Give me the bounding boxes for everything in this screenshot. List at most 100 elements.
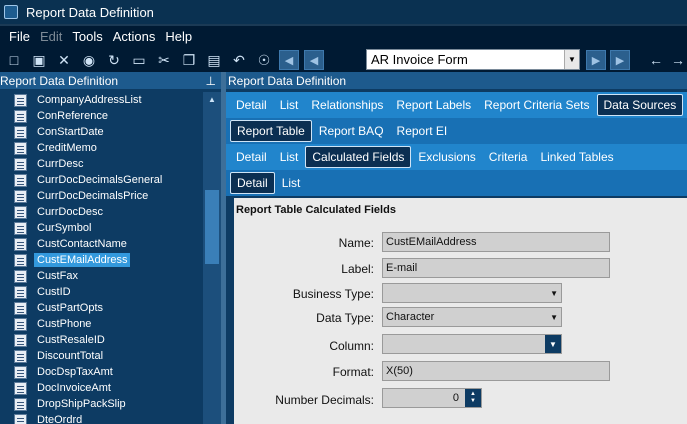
list-item[interactable]: CustResaleID	[0, 332, 203, 348]
undo-icon[interactable]: ↶	[229, 50, 249, 70]
tab-rt-detail[interactable]: Detail	[230, 147, 273, 167]
next-record-icon[interactable]: ▶	[586, 50, 606, 70]
name-field[interactable]: CustEMailAddress	[382, 232, 610, 252]
field-list-icon	[14, 93, 27, 107]
list-item[interactable]: CustFax	[0, 268, 203, 284]
list-item[interactable]: DiscountTotal	[0, 348, 203, 364]
label-field[interactable]: E-mail	[382, 258, 610, 278]
field-list-icon	[14, 397, 27, 411]
clear-icon[interactable]: ▭	[129, 50, 149, 70]
tab-rt-calculated-fields[interactable]: Calculated Fields	[305, 146, 412, 168]
left-scrollbar[interactable]: ▲	[203, 92, 221, 424]
column-select[interactable]: ▼	[382, 334, 562, 354]
menu-edit[interactable]: Edit	[40, 29, 62, 44]
tab-relationships[interactable]: Relationships	[305, 95, 389, 115]
business-type-select[interactable]: ▼	[382, 283, 562, 303]
tab-report-labels[interactable]: Report Labels	[390, 95, 477, 115]
tab-rt-exclusions[interactable]: Exclusions	[412, 147, 481, 167]
name-label: Name:	[338, 236, 374, 250]
previous-record-icon[interactable]: ◀	[304, 50, 324, 70]
menu-tools[interactable]: Tools	[72, 29, 102, 44]
tab-data-sources[interactable]: Data Sources	[596, 94, 684, 116]
document-select[interactable]: AR Invoice Form ▼	[366, 49, 580, 70]
list-item[interactable]: CompanyAddressList	[0, 92, 203, 108]
new-icon[interactable]: □	[4, 50, 24, 70]
list-item[interactable]: CustID	[0, 284, 203, 300]
field-list-icon	[14, 413, 27, 424]
delete-icon[interactable]: ✕	[54, 50, 74, 70]
data-type-select[interactable]: Character ▼	[382, 307, 562, 327]
scroll-thumb[interactable]	[205, 190, 219, 264]
decimals-stepper[interactable]: 0 ▲ ▼	[382, 388, 482, 408]
list-item[interactable]: CustContactName	[0, 236, 203, 252]
tab-list[interactable]: List	[274, 95, 305, 115]
list-item-label: ConStartDate	[37, 126, 104, 138]
search-icon[interactable]: ☉	[254, 50, 274, 70]
list-item[interactable]: CurrDesc	[0, 156, 203, 172]
tab-ds-report-ei[interactable]: Report EI	[391, 121, 454, 141]
list-item-label: DocInvoiceAmt	[37, 382, 111, 394]
list-item[interactable]: CustPartOpts	[0, 300, 203, 316]
list-item[interactable]: CustPhone	[0, 316, 203, 332]
last-record-icon[interactable]: ▶	[610, 50, 630, 70]
tab-ds-report-table[interactable]: Report Table	[230, 120, 312, 142]
title-bar: Report Data Definition	[0, 0, 687, 24]
list-item[interactable]: CurrDocDecimalsGeneral	[0, 172, 203, 188]
list-item[interactable]: CurrDocDecimalsPrice	[0, 188, 203, 204]
list-item-label: DocDspTaxAmt	[37, 366, 113, 378]
business-type-label: Business Type:	[292, 287, 374, 301]
tab-ds-report-baq[interactable]: Report BAQ	[313, 121, 390, 141]
first-record-icon[interactable]: ◀	[279, 50, 299, 70]
list-item[interactable]: DropShipPackSlip	[0, 396, 203, 412]
list-item[interactable]: DteOrdrd	[0, 412, 203, 424]
chevron-down-icon[interactable]: ▼	[545, 335, 561, 353]
format-field[interactable]: X(50)	[382, 361, 610, 381]
tab-cf-list[interactable]: List	[276, 173, 307, 193]
chevron-down-icon[interactable]: ▼	[550, 313, 558, 322]
list-item-label: CustResaleID	[37, 334, 105, 346]
tab-row-calculated-fields: Detail List	[226, 170, 687, 196]
right-panel-header: Report Data Definition	[226, 72, 687, 89]
spin-buttons[interactable]: ▲ ▼	[465, 389, 481, 407]
cut-icon[interactable]: ✂	[154, 50, 174, 70]
list-item-label: CustPhone	[37, 318, 92, 330]
tab-rt-linked-tables[interactable]: Linked Tables	[534, 147, 619, 167]
list-item[interactable]: ConStartDate	[0, 124, 203, 140]
chevron-down-icon[interactable]: ▼	[564, 50, 579, 69]
spin-down-icon[interactable]: ▼	[470, 398, 476, 405]
save-icon[interactable]: ▣	[29, 50, 49, 70]
pin-icon[interactable]: ⊥	[206, 74, 216, 88]
spin-up-icon[interactable]: ▲	[470, 391, 476, 398]
comment-icon[interactable]: ◉	[79, 50, 99, 70]
field-list[interactable]: CompanyAddressList ConReference ConStartDa…	[0, 92, 203, 424]
list-item-label: CustID	[37, 286, 71, 298]
back-icon[interactable]: ←	[646, 50, 666, 70]
tab-rt-list[interactable]: List	[274, 147, 305, 167]
field-list-icon	[14, 173, 27, 187]
list-item[interactable]: DocDspTaxAmt	[0, 364, 203, 380]
copy-icon[interactable]: ❐	[179, 50, 199, 70]
app-icon	[4, 5, 18, 19]
refresh-icon[interactable]: ↻	[104, 50, 124, 70]
list-item[interactable]: CreditMemo	[0, 140, 203, 156]
list-item[interactable]: CurSymbol	[0, 220, 203, 236]
list-item[interactable]: ConReference	[0, 108, 203, 124]
tab-report-criteria-sets[interactable]: Report Criteria Sets	[478, 95, 595, 115]
paste-icon[interactable]: ▤	[204, 50, 224, 70]
list-item[interactable]: DocInvoiceAmt	[0, 380, 203, 396]
menu-file[interactable]: File	[9, 29, 30, 44]
tab-rt-criteria[interactable]: Criteria	[483, 147, 534, 167]
list-item-label: CurSymbol	[37, 222, 92, 234]
list-item-label: DiscountTotal	[37, 350, 104, 362]
menu-actions[interactable]: Actions	[113, 29, 156, 44]
data-type-label: Data Type:	[316, 311, 374, 325]
menu-help[interactable]: Help	[165, 29, 192, 44]
list-item[interactable]: CurrDocDesc	[0, 204, 203, 220]
forward-icon[interactable]: →	[668, 50, 687, 70]
tab-cf-detail[interactable]: Detail	[230, 172, 275, 194]
field-list-icon	[14, 237, 27, 251]
tab-detail[interactable]: Detail	[230, 95, 273, 115]
scroll-up-icon[interactable]: ▲	[203, 92, 221, 106]
list-item[interactable]: CustEMailAddress	[0, 252, 203, 268]
chevron-down-icon[interactable]: ▼	[550, 289, 558, 298]
